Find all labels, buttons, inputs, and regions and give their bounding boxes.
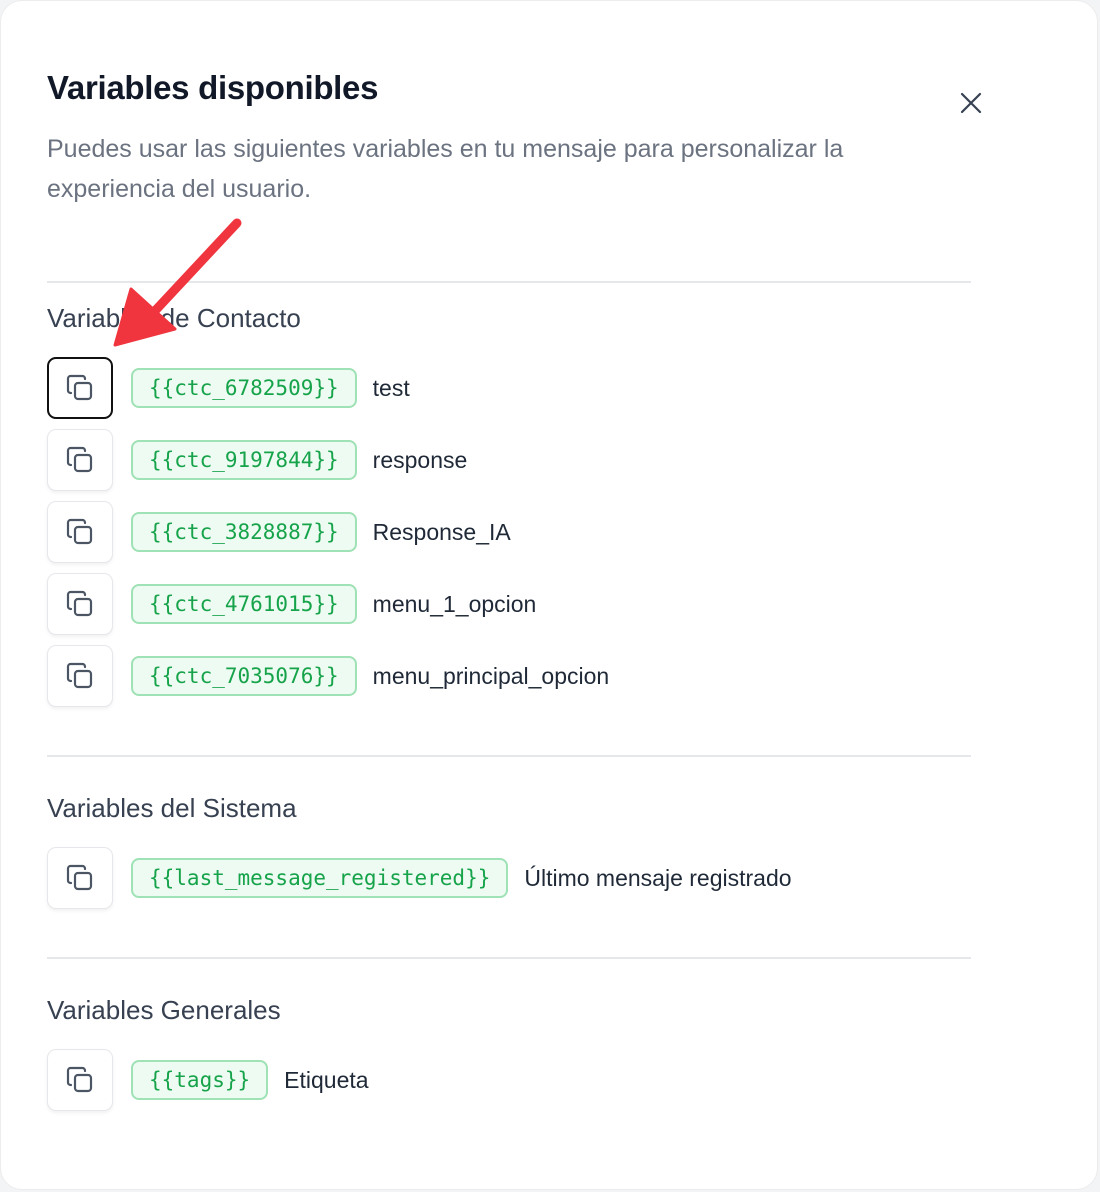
variable-label: menu_principal_opcion [372, 662, 610, 689]
section-title-system: Variables del Sistema [47, 793, 297, 823]
variable-row: {{ctc_7035076}} menu_principal_opcion [47, 643, 609, 709]
copy-button[interactable] [47, 573, 113, 635]
copy-icon [66, 590, 93, 617]
section-title-contact: Variables de Contacto [47, 303, 301, 333]
variable-label: Response_IA [372, 518, 511, 545]
divider [47, 281, 971, 283]
variable-label: menu_1_opcion [372, 590, 537, 617]
copy-icon [66, 446, 93, 473]
variable-label: response [372, 446, 468, 473]
modal-subtitle: Puedes usar las siguientes variables en … [47, 135, 844, 203]
copy-icon [66, 662, 93, 689]
divider [47, 755, 971, 757]
copy-icon [66, 864, 93, 891]
copy-button[interactable] [47, 357, 113, 419]
variable-tag: {{ctc_7035076}} [131, 656, 357, 696]
copy-button[interactable] [47, 501, 113, 563]
variable-row: {{ctc_9197844}} response [47, 427, 467, 493]
variable-row: {{ctc_3828887}} Response_IA [47, 499, 511, 565]
variable-tag: {{ctc_6782509}} [131, 368, 357, 408]
variable-row: {{tags}} Etiqueta [47, 1047, 369, 1113]
close-icon [960, 92, 982, 114]
modal-title: Variables disponibles [47, 69, 379, 106]
variable-row: {{ctc_4761015}} menu_1_opcion [47, 571, 536, 637]
copy-icon [66, 374, 93, 401]
variable-tag: {{ctc_4761015}} [131, 584, 357, 624]
copy-button[interactable] [47, 847, 113, 909]
section-title-general: Variables Generales [47, 995, 281, 1025]
divider [47, 957, 971, 959]
variable-tag: {{last_message_registered}} [131, 858, 509, 898]
close-button[interactable] [951, 83, 991, 123]
variable-tag: {{tags}} [131, 1060, 269, 1100]
variable-row: {{last_message_registered}} Último mensa… [47, 845, 792, 911]
variable-label: Último mensaje registrado [524, 864, 792, 891]
copy-button[interactable] [47, 645, 113, 707]
variable-tag: {{ctc_9197844}} [131, 440, 357, 480]
variable-label: Etiqueta [284, 1066, 369, 1093]
variable-tag: {{ctc_3828887}} [131, 512, 357, 552]
variables-modal: Variables disponibles Puedes usar las si… [0, 0, 1098, 1190]
copy-button[interactable] [47, 429, 113, 491]
variable-label: test [372, 374, 410, 401]
copy-button[interactable] [47, 1049, 113, 1111]
copy-icon [66, 1066, 93, 1093]
copy-icon [66, 518, 93, 545]
variable-row: {{ctc_6782509}} test [47, 355, 410, 421]
